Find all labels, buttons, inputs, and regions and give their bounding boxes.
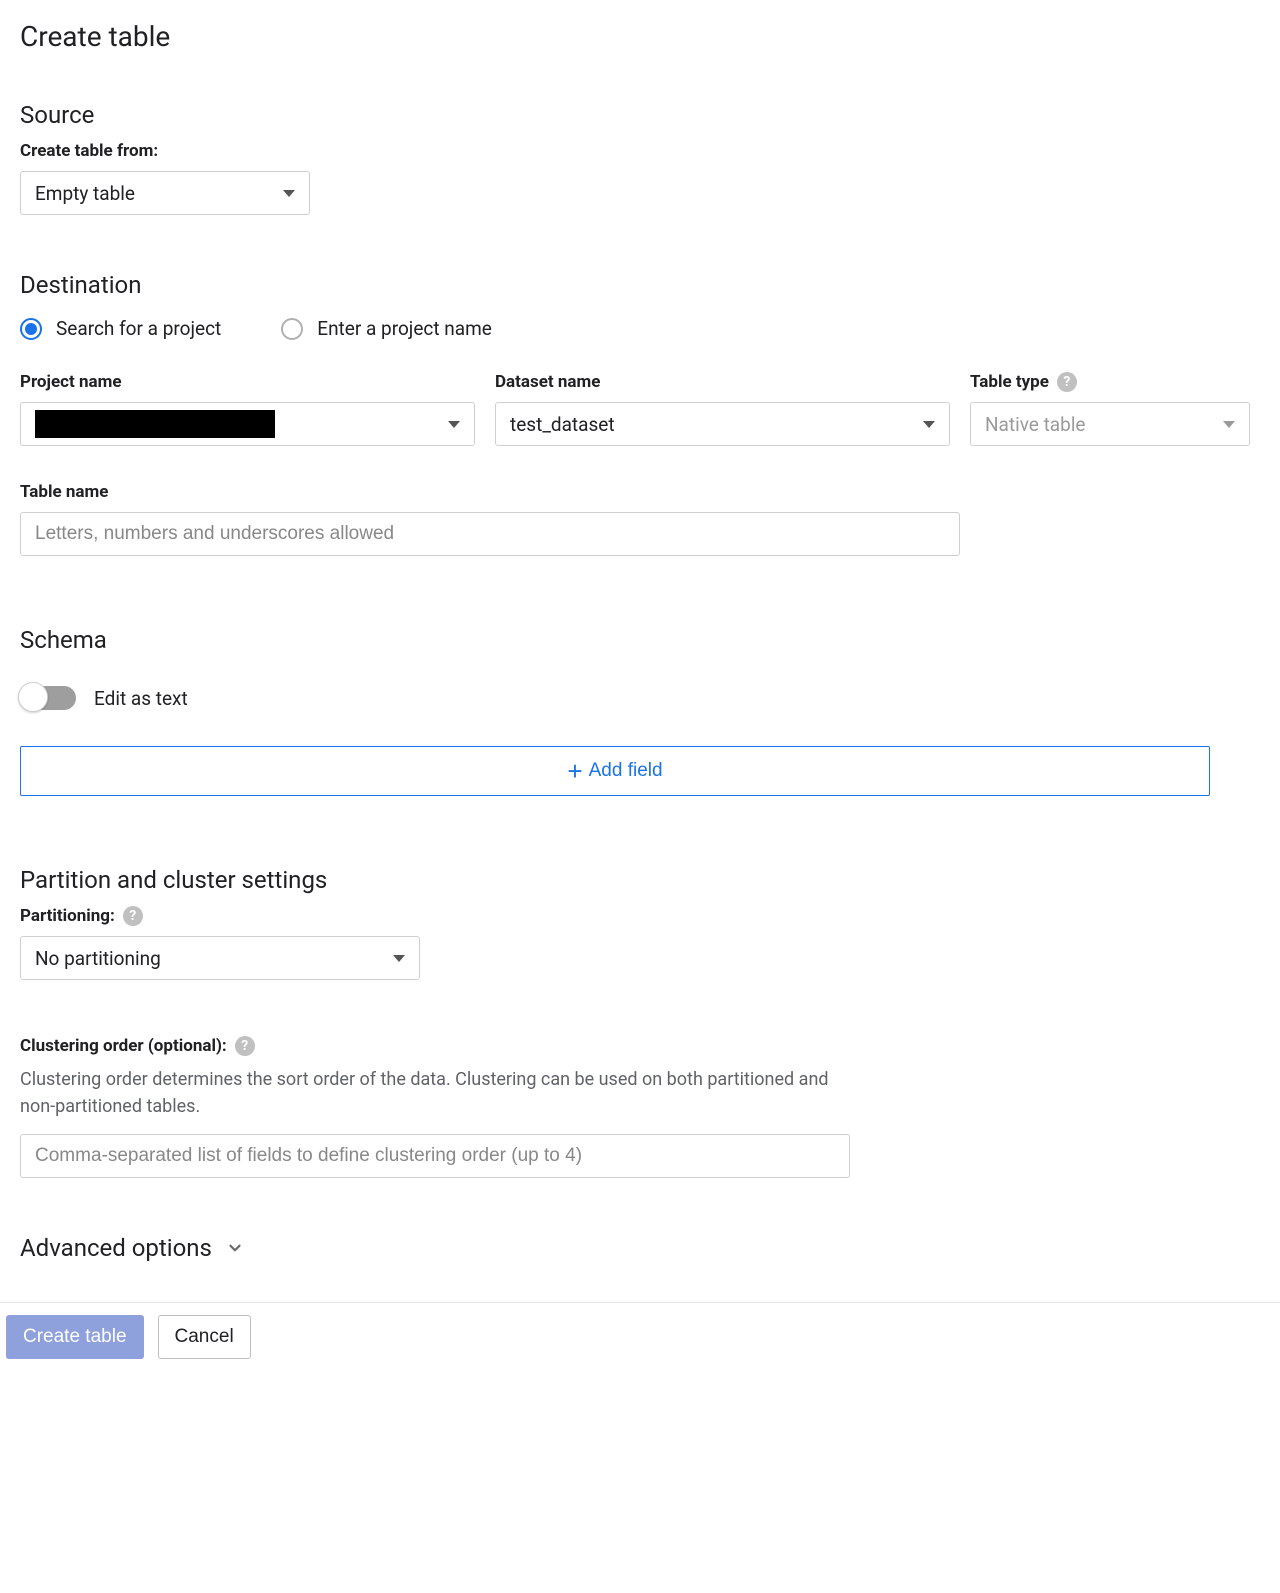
- plus-icon: +: [567, 758, 582, 784]
- clustering-order-label: Clustering order (optional):: [20, 1036, 227, 1056]
- partitioning-value: No partitioning: [35, 947, 161, 970]
- partition-heading: Partition and cluster settings: [20, 866, 1260, 894]
- help-icon[interactable]: ?: [235, 1036, 255, 1056]
- schema-heading: Schema: [20, 626, 1260, 654]
- dataset-name-label: Dataset name: [495, 372, 950, 392]
- project-name-select[interactable]: [20, 402, 475, 446]
- chevron-down-icon: [448, 421, 460, 428]
- advanced-options-toggle[interactable]: Advanced options: [20, 1234, 1260, 1262]
- create-table-from-value: Empty table: [35, 182, 135, 205]
- dataset-name-value: test_dataset: [510, 413, 615, 436]
- table-name-input[interactable]: [20, 512, 960, 556]
- footer: Create table Cancel: [0, 1302, 1280, 1371]
- schema-section: Schema Edit as text + Add field: [20, 626, 1260, 796]
- dataset-name-select[interactable]: test_dataset: [495, 402, 950, 446]
- partitioning-label: Partitioning:: [20, 906, 115, 926]
- chevron-down-icon: [1223, 421, 1235, 428]
- source-heading: Source: [20, 101, 1260, 129]
- add-field-button[interactable]: + Add field: [20, 746, 1210, 796]
- radio-selected-icon: [20, 318, 42, 340]
- cancel-button-label: Cancel: [175, 1326, 234, 1348]
- create-table-button-label: Create table: [23, 1326, 127, 1348]
- help-icon[interactable]: ?: [123, 906, 143, 926]
- chevron-down-icon: [393, 955, 405, 962]
- table-type-select[interactable]: Native table: [970, 402, 1250, 446]
- help-icon[interactable]: ?: [1057, 372, 1077, 392]
- project-name-redacted: [35, 410, 275, 438]
- chevron-down-icon: [923, 421, 935, 428]
- radio-unselected-icon: [281, 318, 303, 340]
- add-field-label: Add field: [589, 760, 663, 782]
- edit-as-text-label: Edit as text: [94, 687, 188, 710]
- chevron-down-icon: [283, 190, 295, 197]
- create-table-from-label: Create table from:: [20, 141, 1260, 161]
- table-type-value: Native table: [985, 413, 1086, 436]
- table-type-label: Table type: [970, 372, 1049, 392]
- create-table-from-select[interactable]: Empty table: [20, 171, 310, 215]
- partitioning-select[interactable]: No partitioning: [20, 936, 420, 980]
- partition-section: Partition and cluster settings Partition…: [20, 866, 1260, 1178]
- clustering-hint: Clustering order determines the sort ord…: [20, 1066, 850, 1120]
- destination-section: Destination Search for a project Enter a…: [20, 271, 1260, 556]
- clustering-order-input[interactable]: [20, 1134, 850, 1178]
- page-title: Create table: [20, 20, 1260, 53]
- create-table-button[interactable]: Create table: [6, 1315, 144, 1359]
- chevron-down-icon: [226, 1239, 244, 1257]
- project-name-label: Project name: [20, 372, 475, 392]
- cancel-button[interactable]: Cancel: [158, 1315, 251, 1359]
- toggle-knob-icon: [18, 682, 48, 712]
- radio-search-label: Search for a project: [56, 317, 221, 340]
- edit-as-text-toggle[interactable]: [20, 686, 76, 710]
- radio-search-project[interactable]: Search for a project: [20, 317, 221, 340]
- radio-enter-project-name[interactable]: Enter a project name: [281, 317, 492, 340]
- radio-enter-label: Enter a project name: [317, 317, 492, 340]
- source-section: Source Create table from: Empty table: [20, 101, 1260, 215]
- table-name-label: Table name: [20, 482, 1260, 502]
- destination-heading: Destination: [20, 271, 1260, 299]
- advanced-options-label: Advanced options: [20, 1234, 212, 1262]
